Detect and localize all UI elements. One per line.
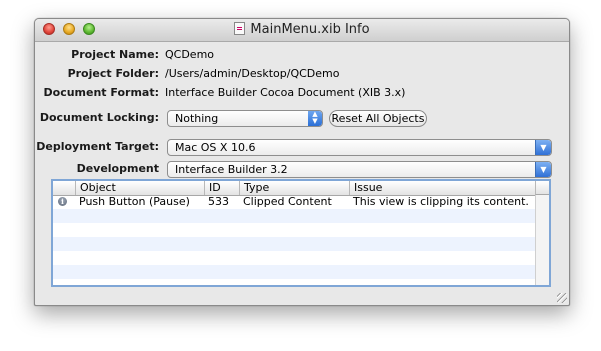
column-header-type[interactable]: Type (239, 181, 349, 195)
project-folder-value: /Users/admin/Desktop/QCDemo (165, 67, 340, 80)
cell-object: Push Button (Pause) (79, 195, 190, 208)
project-name-label: Project Name: (71, 48, 159, 61)
chevron-down-icon: ▼ (535, 162, 551, 177)
column-header-object[interactable]: Object (75, 181, 204, 195)
deployment-target-label: Deployment Target: (36, 140, 159, 153)
document-format-label: Document Format: (43, 86, 159, 99)
info-window: MainMenu.xib Info Project Name: QCDemo P… (34, 18, 570, 306)
issues-table[interactable]: Object ID Type Issue i Push Button (Paus… (51, 179, 551, 287)
info-icon: i (58, 197, 67, 206)
column-header-issue[interactable]: Issue (349, 181, 539, 195)
project-folder-label: Project Folder: (67, 67, 159, 80)
chevron-down-icon: ▼ (535, 140, 551, 155)
document-icon (234, 22, 246, 35)
document-format-value: Interface Builder Cocoa Document (XIB 3.… (165, 86, 406, 99)
project-name-value: QCDemo (165, 48, 215, 61)
resize-grip-icon[interactable] (557, 293, 567, 303)
cell-id: 533 (208, 195, 229, 208)
column-header-id[interactable]: ID (204, 181, 239, 195)
reset-all-objects-button[interactable]: Reset All Objects (329, 110, 427, 127)
empty-row (53, 265, 535, 279)
column-header-icon[interactable] (53, 181, 75, 195)
empty-row (53, 209, 535, 223)
popup-arrows-icon: ▲ ▼ (308, 111, 322, 126)
title-bar[interactable]: MainMenu.xib Info (35, 19, 569, 42)
cell-issue: This view is clipping its content. (353, 195, 529, 208)
empty-row (53, 223, 535, 237)
document-locking-popup[interactable]: Nothing ▲ ▼ (167, 110, 323, 127)
table-row[interactable]: i Push Button (Pause) 533 Clipped Conten… (53, 195, 535, 209)
empty-row (53, 237, 535, 251)
document-locking-label: Document Locking: (39, 111, 159, 124)
development-target-value: Interface Builder 3.2 (175, 163, 288, 176)
table-header: Object ID Type Issue (53, 181, 535, 196)
deployment-target-popup[interactable]: Mac OS X 10.6 ▼ (167, 139, 552, 156)
development-target-popup[interactable]: Interface Builder 3.2 ▼ (167, 161, 552, 178)
table-header-corner (535, 181, 549, 195)
cell-type: Clipped Content (243, 195, 332, 208)
empty-row (53, 251, 535, 265)
document-locking-value: Nothing (175, 112, 219, 125)
window-title: MainMenu.xib Info (250, 22, 370, 37)
deployment-target-value: Mac OS X 10.6 (175, 141, 256, 154)
window-title-group: MainMenu.xib Info (35, 22, 569, 37)
vertical-scrollbar[interactable] (535, 195, 549, 285)
